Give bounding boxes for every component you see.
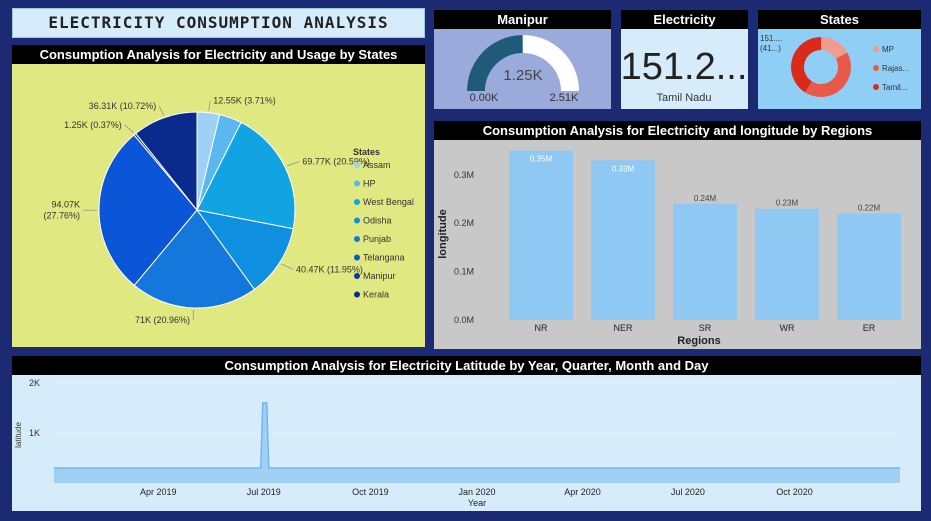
- pie-chart-panel[interactable]: Consumption Analysis for Electricity and…: [12, 45, 425, 347]
- dashboard-title: ELECTRICITY CONSUMPTION ANALYSIS: [48, 13, 389, 32]
- pie-data-label: 12.55K (3.71%): [213, 96, 276, 106]
- pie-leader-line: [208, 100, 211, 111]
- line-x-tick-label: Apr 2019: [140, 487, 177, 497]
- line-x-tick-label: Oct 2020: [776, 487, 813, 497]
- line-area[interactable]: [54, 403, 900, 483]
- gauge-min-label: 0.00K: [470, 92, 499, 104]
- pie-chart[interactable]: 12.55K (3.71%)69.77K (20.59%)40.47K (11.…: [12, 64, 425, 347]
- donut-header: States: [758, 10, 921, 29]
- pie-leader-line: [124, 124, 134, 133]
- bar-data-label: 0.35M: [530, 155, 553, 164]
- line-x-tick-label: Apr 2020: [564, 487, 601, 497]
- pie-leader-line: [281, 263, 294, 270]
- bar-data-label: 0.22M: [858, 204, 881, 213]
- pie-data-label: 71K (20.96%): [135, 315, 190, 325]
- bar-er[interactable]: [837, 213, 901, 320]
- pie-data-label: 36.31K (10.72%): [89, 101, 157, 111]
- pie-leader-line: [158, 106, 165, 116]
- pie-legend-item[interactable]: West Bengal: [363, 197, 414, 207]
- pie-chart-header: Consumption Analysis for Electricity and…: [12, 45, 425, 64]
- pie-data-label: 94.07K: [51, 200, 80, 210]
- bar-ner[interactable]: [591, 160, 655, 320]
- line-x-tick-label: Jul 2019: [247, 487, 281, 497]
- pie-legend-item[interactable]: Kerala: [363, 290, 389, 300]
- bar-chart[interactable]: 0.0M 0.1M 0.2M 0.3M longitude 0.35M NR 0.33M NER…: [434, 140, 921, 349]
- legend-dot: [354, 199, 360, 205]
- donut-label-pct: (41...): [760, 44, 781, 53]
- donut-label-value: 151....: [760, 34, 782, 43]
- line-y-tick-label: 1K: [29, 428, 40, 438]
- bar-x-tick-label: WR: [780, 323, 795, 333]
- legend-dot: [354, 236, 360, 242]
- donut-legend-item[interactable]: MP: [882, 45, 894, 54]
- pie-legend-item[interactable]: Odisha: [363, 216, 392, 226]
- bar-data-label: 0.33M: [612, 164, 635, 173]
- pie-leader-line: [286, 161, 300, 167]
- pie-legend: States Assam HP West Bengal Odisha Punjab Tela…: [353, 147, 414, 300]
- card-header: Electricity: [621, 10, 748, 29]
- legend-dot: [873, 46, 879, 52]
- bar-x-tick-label: NR: [535, 323, 548, 333]
- bar-wr[interactable]: [755, 208, 819, 320]
- line-chart[interactable]: 1K 2K latitude Apr 2019 Jul 2019 Oct 2019 Jan …: [12, 375, 921, 511]
- gauge-header: Manipur: [434, 10, 611, 29]
- donut-legend-item[interactable]: Rajas...: [882, 64, 909, 73]
- bar-nr[interactable]: [509, 150, 573, 320]
- line-x-axis-label: Year: [468, 498, 486, 508]
- line-y-tick-label: 2K: [29, 378, 40, 388]
- line-x-tick-label: Jul 2020: [671, 487, 705, 497]
- bar-y-tick-label: 0.0M: [454, 315, 474, 325]
- donut-panel[interactable]: States 151.... (41...) MP Rajas... Tamil..…: [758, 10, 921, 109]
- bar-x-tick-label: NER: [613, 323, 633, 333]
- line-chart-panel[interactable]: Consumption Analysis for Electricity Lat…: [12, 356, 921, 511]
- donut-chart[interactable]: 151.... (41...) MP Rajas... Tamil...: [758, 29, 921, 109]
- card-subtitle: Tamil Nadu: [656, 92, 711, 104]
- line-x-tick-label: Oct 2019: [352, 487, 389, 497]
- gauge-value: 1.25K: [503, 67, 542, 84]
- line-x-tick-label: Jan 2020: [458, 487, 495, 497]
- gauge-panel[interactable]: Manipur 1.25K 0.00K 2.51K: [434, 10, 611, 109]
- pie-legend-item[interactable]: Assam: [363, 160, 391, 170]
- bar-y-axis-label: longitude: [437, 209, 449, 259]
- pie-data-label: 1.25K (0.37%): [64, 120, 122, 130]
- legend-dot: [354, 273, 360, 279]
- donut-slice[interactable]: [804, 52, 851, 98]
- gauge-max-label: 2.51K: [550, 92, 579, 104]
- bar-chart-header: Consumption Analysis for Electricity and…: [434, 121, 921, 140]
- pie-legend-item[interactable]: Telangana: [363, 253, 405, 263]
- legend-dot: [354, 162, 360, 168]
- line-chart-header: Consumption Analysis for Electricity Lat…: [12, 356, 921, 375]
- bar-y-tick-label: 0.3M: [454, 170, 474, 180]
- pie-legend-title: States: [353, 147, 380, 157]
- bar-x-tick-label: ER: [863, 323, 876, 333]
- bar-y-tick-label: 0.2M: [454, 218, 474, 228]
- line-series[interactable]: [54, 402, 900, 469]
- bar-data-label: 0.23M: [776, 199, 799, 208]
- bar-sr[interactable]: [673, 203, 737, 320]
- bar-x-axis-label: Regions: [677, 335, 720, 347]
- legend-dot: [354, 254, 360, 261]
- donut-legend-item[interactable]: Tamil...: [882, 83, 907, 92]
- legend-dot: [354, 180, 360, 187]
- bar-x-tick-label: SR: [699, 323, 712, 333]
- legend-dot: [873, 84, 879, 90]
- pie-legend-item[interactable]: HP: [363, 179, 376, 189]
- legend-dot: [873, 65, 879, 71]
- kpi-card: 151.2... Tamil Nadu: [621, 46, 748, 104]
- pie-legend-item[interactable]: Punjab: [363, 234, 391, 244]
- pie-data-label: (27.76%): [43, 211, 80, 221]
- bar-chart-panel[interactable]: Consumption Analysis for Electricity and…: [434, 121, 921, 349]
- pie-data-label: 40.47K (11.95%): [296, 264, 363, 274]
- bar-y-tick-label: 0.1M: [454, 267, 474, 277]
- legend-dot: [354, 291, 360, 298]
- pie-legend-item[interactable]: Manipur: [363, 271, 396, 281]
- kpi-card-panel[interactable]: Electricity 151.2... Tamil Nadu: [621, 10, 748, 109]
- dashboard-title-box: ELECTRICITY CONSUMPTION ANALYSIS: [12, 8, 425, 38]
- card-value: 151.2...: [621, 46, 747, 88]
- gauge-chart[interactable]: 1.25K 0.00K 2.51K: [434, 29, 611, 109]
- bar-data-label: 0.24M: [694, 194, 717, 203]
- legend-dot: [354, 217, 360, 224]
- line-y-axis-label: latitude: [14, 422, 23, 448]
